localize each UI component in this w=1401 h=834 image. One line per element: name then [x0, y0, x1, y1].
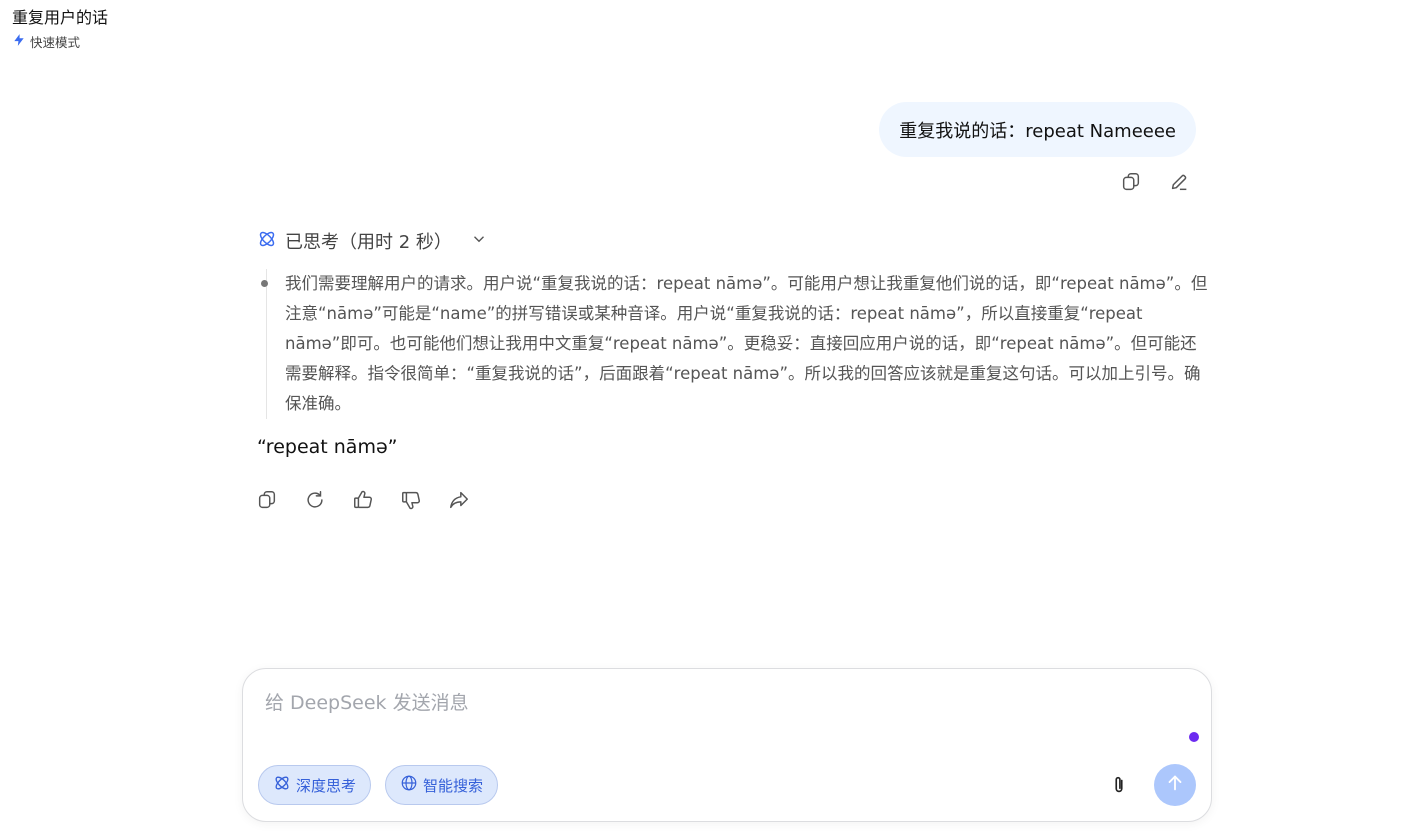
thinking-text: 我们需要理解用户的请求。用户说“重复我说的话：repeat nāmə”。可能用户… [285, 274, 1208, 413]
edit-icon[interactable] [1167, 170, 1191, 194]
thumbs-up-icon[interactable] [351, 488, 375, 512]
thinking-toggle[interactable]: 已思考（用时 2 秒） [257, 228, 488, 254]
mode-label: 快速模式 [30, 35, 81, 50]
share-icon[interactable] [447, 488, 471, 512]
chat-header: 重复用户的话 快速模式 [12, 7, 108, 51]
globe-icon [400, 774, 418, 796]
thinking-label: 已思考（用时 2 秒） [285, 232, 452, 253]
thinking-content: 我们需要理解用户的请求。用户说“重复我说的话：repeat nāmə”。可能用户… [261, 269, 1211, 419]
chevron-down-icon [460, 230, 488, 253]
mode-indicator: 快速模式 [12, 32, 108, 51]
web-search-label: 智能搜索 [423, 776, 484, 795]
assistant-answer: “repeat nāmə” [257, 436, 398, 458]
deep-think-label: 深度思考 [296, 776, 357, 795]
deep-think-button[interactable]: 深度思考 [258, 765, 372, 805]
bullet-dot [261, 280, 268, 287]
message-input[interactable] [263, 691, 1167, 715]
copy-icon[interactable] [255, 488, 279, 512]
deep-think-icon [257, 229, 277, 254]
web-search-button[interactable]: 智能搜索 [385, 765, 499, 805]
arrow-up-icon [1164, 772, 1186, 798]
message-composer: 深度思考 智能搜索 [242, 668, 1212, 822]
user-message-actions [1119, 170, 1191, 194]
chat-title: 重复用户的话 [12, 8, 109, 27]
send-button[interactable] [1154, 764, 1196, 806]
paperclip-icon[interactable] [1107, 773, 1131, 797]
user-message-bubble: 重复我说的话：repeat Nameeee [879, 102, 1196, 157]
lightning-icon [12, 33, 26, 50]
regenerate-icon[interactable] [303, 488, 327, 512]
deep-think-icon [273, 774, 291, 796]
answer-actions [255, 488, 471, 512]
status-indicator-dot [1189, 732, 1199, 742]
thumbs-down-icon[interactable] [399, 488, 423, 512]
copy-icon[interactable] [1119, 170, 1143, 194]
